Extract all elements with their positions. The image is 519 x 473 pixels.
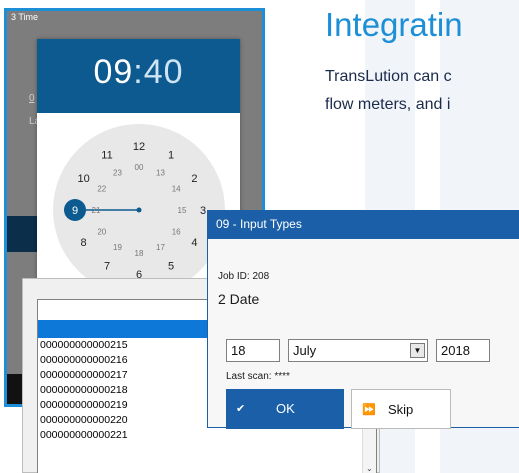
clock-hour-inner-19[interactable]: 19 [113,243,122,252]
clock-hour-inner-14[interactable]: 14 [172,184,181,193]
clock-hour-inner-13[interactable]: 13 [156,169,165,178]
clock-hour-8[interactable]: 8 [81,237,87,249]
dropdown-arrow-icon[interactable]: ▼ [410,343,425,358]
time-display: 09:40 [37,53,240,92]
clock-hour-5[interactable]: 5 [168,260,174,272]
clock-hour-inner-21[interactable]: 21 [92,206,101,215]
clock-hour-inner-22[interactable]: 22 [97,184,106,193]
window-titlebar: 09 - Input Types [208,211,519,239]
fast-forward-icon: ⏩ [362,404,376,416]
dimmed-field-text: 0 [29,93,35,104]
minutes-value[interactable]: 40 [144,53,184,91]
scroll-down-icon[interactable]: ⌄ [366,464,373,473]
clock-hour-inner-17[interactable]: 17 [156,243,165,252]
clock-hour-10[interactable]: 10 [77,173,89,185]
window-title: 09 - Input Types [216,217,302,231]
skip-button-label: Skip [388,402,414,417]
job-id-label: Job ID: 208 [218,271,270,282]
clock-hour-2[interactable]: 2 [191,173,197,185]
list-item[interactable]: 000000000000221 [38,428,376,443]
hours-value[interactable]: 09 [93,53,133,91]
time-picker-header: 09:40 [37,39,240,113]
check-icon: ✔ [236,403,246,415]
clock-center-dot [136,207,142,213]
clock-hour-inner-18[interactable]: 18 [135,249,144,258]
clock-hour-inner-23[interactable]: 23 [113,169,122,178]
clock-dial[interactable]: 121234567891011001314151617181920212223 [52,123,226,297]
skip-button[interactable]: ⏩ Skip [351,389,451,429]
clock-hour-inner-15[interactable]: 15 [178,206,187,215]
month-select[interactable]: July ▼ [288,339,428,362]
clock-hour-12[interactable]: 12 [133,141,145,153]
clock-hour-3[interactable]: 3 [200,205,206,217]
clock-hour-7[interactable]: 7 [104,260,110,272]
clock-hour-4[interactable]: 4 [191,237,197,249]
clock-hour-inner-20[interactable]: 20 [97,227,106,236]
clock-hour-1[interactable]: 1 [168,149,174,161]
month-value: July [293,343,317,358]
last-scan-label: Last scan: **** [226,371,290,382]
ok-button[interactable]: ✔ OK [226,389,344,429]
ok-button-label: OK [276,401,295,416]
clock-hour-11[interactable]: 11 [101,149,112,161]
page-heading: Integratin [325,6,463,43]
input-types-window: 09 - Input Types Job ID: 208 2 Date 18 J… [207,210,519,429]
clock-hour-inner-16[interactable]: 16 [172,227,181,236]
clock-hour-9[interactable]: 9 [72,205,78,217]
day-field[interactable]: 18 [226,339,280,362]
time-colon: : [133,53,144,91]
year-field[interactable]: 2018 [436,339,490,362]
prompt-label: 2 Date [218,291,260,307]
body-text-line: flow meters, and i [325,96,451,113]
phone-title: 3 Time [11,12,39,22]
clock-hour-inner-00[interactable]: 00 [135,163,144,172]
body-text-line: TransLution can c [325,68,452,85]
